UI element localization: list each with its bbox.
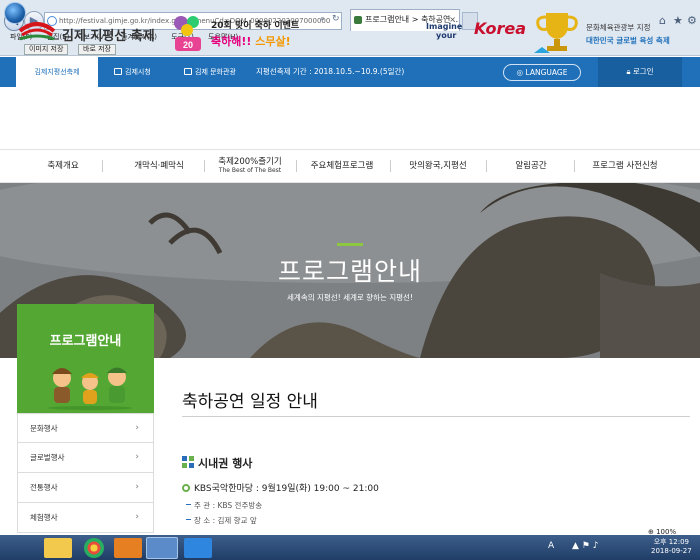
sidebar-item-global[interactable]: 글로벌행사 › [17,443,154,473]
chevron-right-icon: › [135,482,139,492]
anniversary-slogan: 축하해!! 스무살! [211,35,291,48]
nav-divider [486,160,487,172]
favorites-star-icon[interactable]: ★ [673,14,683,27]
chrome-browser-icon[interactable] [84,538,104,558]
site-top-bar: 김제지평선축제 김제시청 김제 문화관광 지평선축제 기간 : 2018.10.… [0,57,700,87]
sidebar-item-culture[interactable]: 문화행사 › [17,413,154,443]
site-logo-text[interactable]: 김제 지평선 축제 [62,25,155,44]
sidebar-item-traditional[interactable]: 전통행사 › [17,473,154,503]
building-icon [114,68,122,75]
section-title: 시내권 행사 [198,457,253,470]
tray-icons[interactable]: ▲ ⚑ ♪ [572,541,598,551]
nav-divider [390,160,391,172]
explorer-folder-icon[interactable] [44,538,72,558]
tools-gear-icon[interactable]: ⚙ [687,14,697,27]
banner-subtitle: 세계속의 지평선! 세계로 향하는 지평선! [287,293,413,302]
internet-explorer-icon[interactable] [146,537,178,559]
banner-accent-bar [337,243,363,246]
anniversary-event-text: 20회 맞이 축하 이벤트 [211,21,300,31]
circle-bullet-icon [182,484,190,492]
nav-divider [296,160,297,172]
nav-festival-overview[interactable]: 축제개요 [30,150,96,182]
nav-food-kingdom[interactable]: 맛의왕국,지평선 [396,150,480,182]
login-button[interactable]: 🔒︎ 로그인 [598,57,682,87]
camera-icon [184,68,192,75]
ime-icon[interactable]: A [548,541,554,551]
app-icon[interactable] [184,538,212,558]
nav-notice[interactable]: 알림공간 [496,150,566,182]
dash-bullet-icon [186,519,191,520]
chevron-right-icon: › [135,452,139,462]
nav-divider [204,160,205,172]
balloon-anniversary-icon: 20 [174,16,201,51]
favicon-icon [354,16,362,24]
mascot-characters-icon [48,367,132,410]
home-icon[interactable]: ⌂ [659,14,666,27]
language-button[interactable]: ◎ LANGUAGE [503,64,581,81]
svg-text:20: 20 [183,40,193,50]
event-place: 장 소 : 김제 향교 앞 [186,515,257,526]
nav-divider [574,160,575,172]
banner-title: 프로그램안내 [277,257,422,286]
grid-bullet-icon [182,456,194,468]
quick-save-button[interactable]: 바로 저장 [78,44,116,55]
dash-bullet-icon [186,504,191,505]
event-title: KBS국악한마당 : 9월19일(화) 19:00 ~ 21:00 [194,484,379,494]
topbar-city-hall-link[interactable]: 김제시청 [114,57,151,87]
nav-main-programs[interactable]: 주요체험프로그램 [300,150,384,182]
nav-divider [102,160,103,172]
nav-enjoy-200[interactable]: 축제200%즐기기 The Best of The Best [208,150,292,182]
sidebar-title: 프로그램안내 [49,334,122,349]
media-player-icon[interactable] [114,538,142,558]
search-icon[interactable]: ⌕ [320,14,325,24]
trophy-icon [534,13,578,53]
title-divider [182,416,690,417]
award-designation: 문화체육관광부 지정 [586,23,651,32]
chevron-right-icon: › [135,512,139,522]
event-host: 주 관 : KBS 전주방송 [186,500,262,511]
site-header [0,87,700,149]
award-title: 대한민국 글로벌 육성 축제 [586,36,670,45]
sidebar-item-experience[interactable]: 체험행사 › [17,503,154,533]
main-navigation: 축제개요 개막식·폐막식 축제200%즐기기 The Best of The Be… [0,149,700,183]
chevron-right-icon: › [135,423,139,433]
imagine-your-korea-logo: Imagine your Korea [426,19,527,40]
page-title: 축하공연 일정 안내 [182,392,318,412]
festival-logo-icon[interactable] [18,19,56,41]
nav-program-registration[interactable]: 프로그램 사전신청 [582,150,668,182]
start-button[interactable] [4,2,26,24]
save-image-button[interactable]: 이미지 저장 [24,44,69,55]
festival-period: 지평선축제 기간 : 2018.10.5.~10.9.(5일간) [256,67,405,76]
system-clock[interactable]: 오후 12:09 2018-09-27 [651,538,692,556]
topbar-tour-link[interactable]: 김제 문화관광 [184,57,236,87]
nav-opening-closing[interactable]: 개막식·폐막식 [118,150,200,182]
topbar-festival-home[interactable]: 김제지평선축제 [16,57,98,87]
refresh-icon[interactable]: ↻ [332,14,340,24]
